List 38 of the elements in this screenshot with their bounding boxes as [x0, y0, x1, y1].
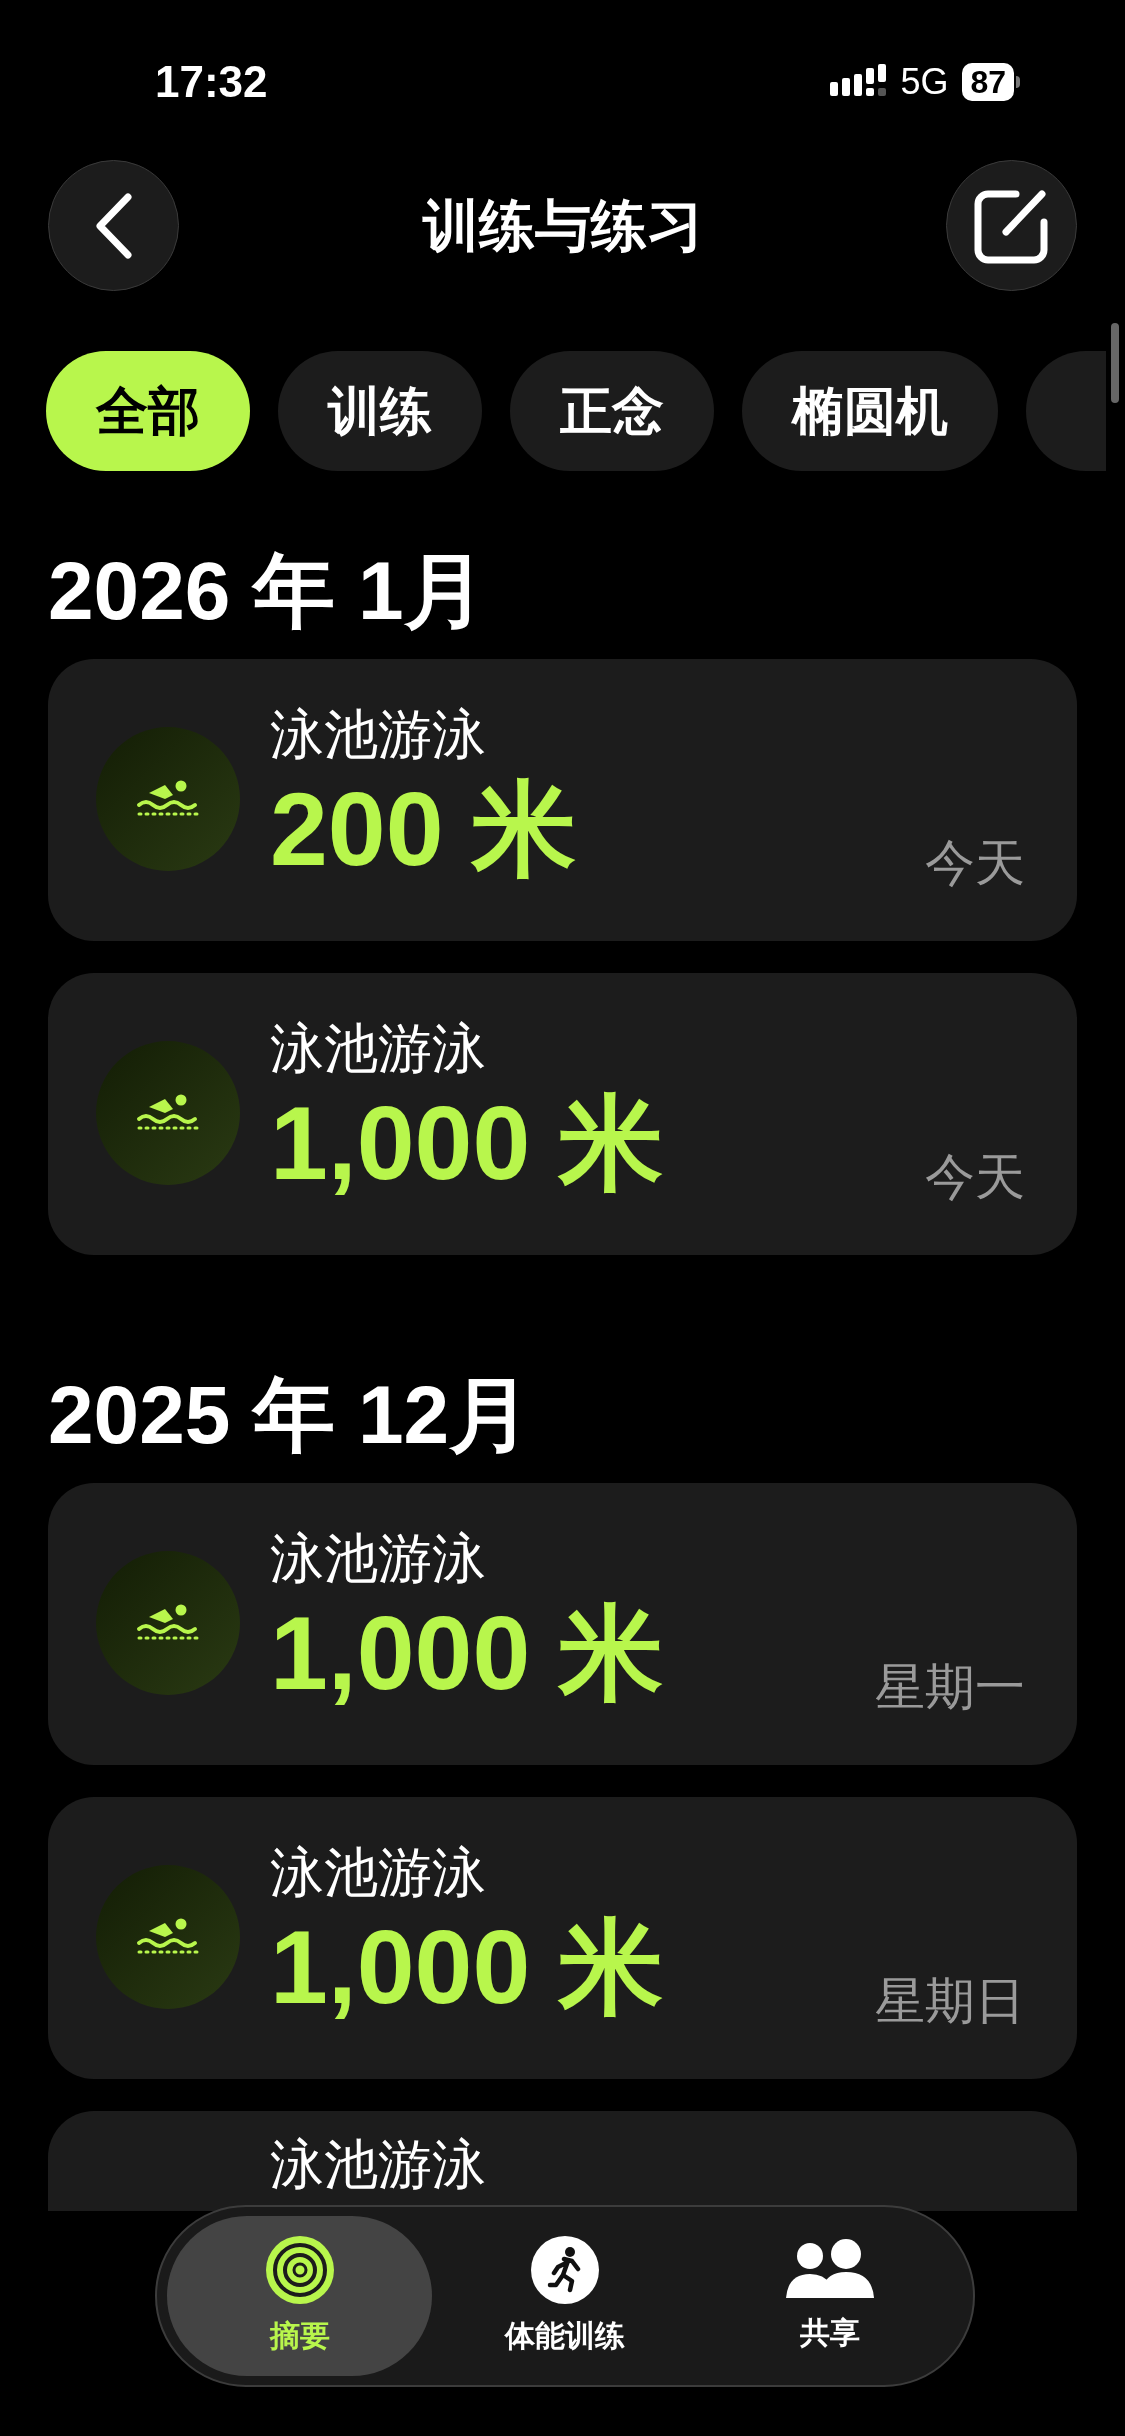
- workout-day: 今天: [925, 826, 1025, 901]
- workout-distance: 1,000 米: [270, 1594, 664, 1713]
- month-heading: 2026 年 1月: [47, 544, 487, 638]
- swimmer-icon: [135, 1093, 201, 1133]
- filter-chip[interactable]: 全部: [46, 351, 250, 471]
- workout-name: 泳池游泳: [270, 1527, 487, 1590]
- workout-distance: 200 米: [270, 770, 577, 889]
- workout-day: 星期一: [875, 1650, 1025, 1725]
- workout-name: 泳池游泳: [270, 2133, 486, 2196]
- filter-chip[interactable]: 正念: [510, 351, 714, 471]
- swimmer-icon: [135, 779, 201, 819]
- runner-icon: [530, 2234, 600, 2305]
- filter-chip[interactable]: 训练: [278, 351, 482, 471]
- workout-distance: 1,000 米: [270, 1084, 664, 1203]
- workout-card[interactable]: 泳池游泳 200 米 今天: [48, 659, 1077, 941]
- tab-bar-item[interactable]: 共享: [697, 2216, 963, 2376]
- workout-card[interactable]: 泳池游泳 1,000 米 今天: [48, 973, 1077, 1255]
- workout-card[interactable]: 泳池游泳 1,000 米 星期日: [48, 1797, 1077, 2079]
- workout-name: 泳池游泳: [270, 703, 487, 766]
- workout-name: 泳池游泳: [270, 1017, 487, 1080]
- network-label: 5G: [900, 60, 949, 104]
- tab-bar-item[interactable]: 体能训练: [432, 2216, 698, 2376]
- workout-card[interactable]: 泳池游泳: [48, 2111, 1077, 2211]
- rings-icon: [264, 2234, 335, 2305]
- chevron-left-icon: [93, 192, 134, 259]
- status-time: 17:32: [155, 56, 268, 108]
- page-title: 训练与练习: [422, 192, 703, 259]
- swimmer-icon: [135, 1603, 201, 1643]
- workout-name: 泳池游泳: [270, 1841, 487, 1904]
- battery-indicator: 87: [962, 63, 1020, 101]
- workout-card[interactable]: 泳池游泳 1,000 米 星期一: [48, 1483, 1077, 1765]
- filter-chip[interactable]: 椭圆机: [742, 351, 998, 471]
- workout-day: 今天: [925, 1140, 1025, 1215]
- month-heading: 2025 年 12月: [47, 1368, 533, 1462]
- workout-day: 星期日: [875, 1964, 1025, 2039]
- workout-distance: 1,000 米: [270, 1908, 664, 2027]
- tab-bar-item[interactable]: 摘要: [167, 2216, 433, 2376]
- swimmer-icon: [135, 1917, 201, 1957]
